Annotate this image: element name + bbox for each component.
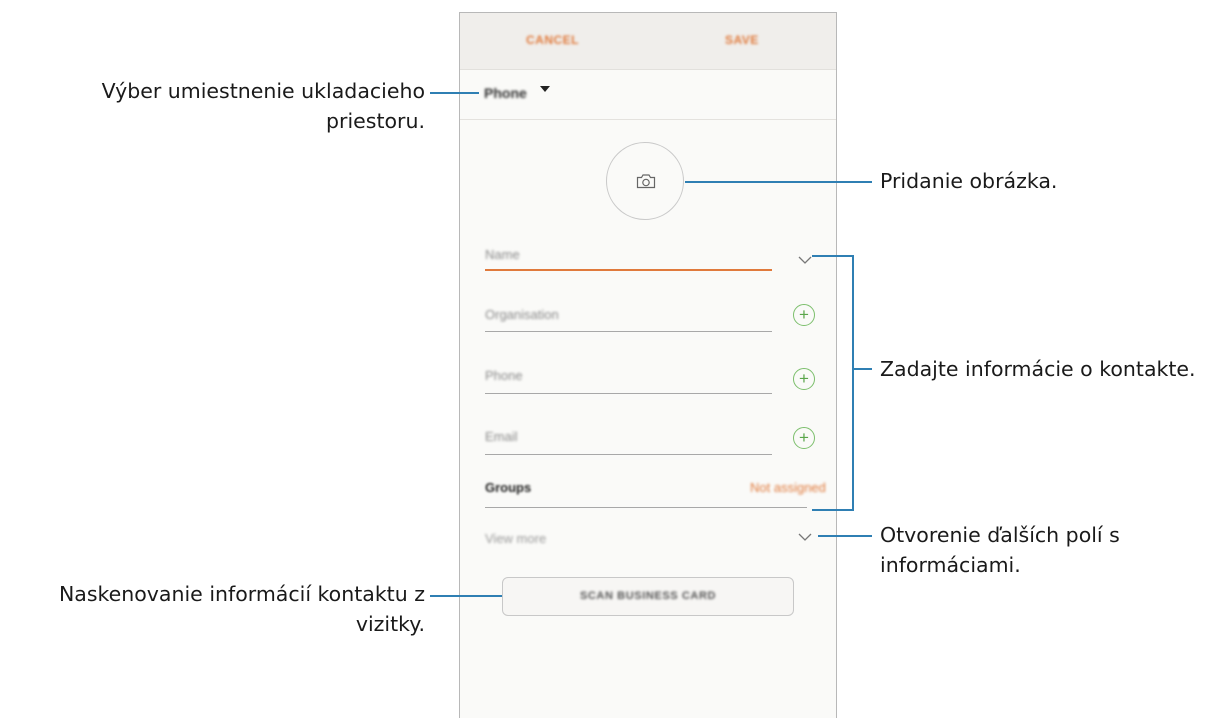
scan-button-label: SCAN BUSINESS CARD <box>579 590 717 602</box>
name-field[interactable]: Name <box>485 247 520 262</box>
callout-line-picture <box>685 181 872 183</box>
dropdown-arrow-icon[interactable] <box>540 86 550 92</box>
email-field[interactable]: Email <box>485 429 518 444</box>
callout-storage-line1: Výber umiestnenie ukladacieho <box>101 79 425 103</box>
plus-icon: + <box>799 369 809 388</box>
chevron-down-icon[interactable] <box>798 532 812 542</box>
phone-screen: CANCEL SAVE Phone Name Organisation + Ph… <box>459 12 837 718</box>
callout-line-more-fields <box>818 535 872 537</box>
callout-storage: Výber umiestnenie ukladacieho priestoru. <box>5 76 425 136</box>
callout-line-scan <box>430 595 502 597</box>
callout-more-fields-line2: informáciami. <box>880 553 1021 577</box>
cancel-button[interactable]: CANCEL <box>526 33 579 47</box>
phone-field[interactable]: Phone <box>485 368 523 383</box>
groups-value[interactable]: Not assigned <box>750 480 826 495</box>
callout-more-fields-line1: Otvorenie ďalších polí s <box>880 523 1120 547</box>
chevron-down-icon[interactable] <box>798 255 812 265</box>
camera-icon <box>636 174 656 189</box>
storage-location-selector[interactable]: Phone <box>484 85 527 101</box>
groups-underline <box>485 507 807 508</box>
callout-scan-line2: vizitky. <box>355 612 425 636</box>
add-picture-button[interactable] <box>606 142 684 220</box>
callout-bracket-top <box>812 255 853 257</box>
callout-contact-info: Zadajte informácie o kontakte. <box>880 357 1196 381</box>
add-organisation-button[interactable]: + <box>793 304 815 326</box>
callout-scan-line1: Naskenovanie informácií kontaktu z <box>58 582 425 606</box>
phone-field-underline <box>485 393 772 394</box>
callout-scan: Naskenovanie informácií kontaktu z vizit… <box>0 579 425 639</box>
email-field-underline <box>485 454 772 455</box>
plus-icon: + <box>799 305 809 324</box>
groups-label: Groups <box>485 480 532 495</box>
callout-bracket-vertical <box>852 255 854 511</box>
divider <box>460 119 836 120</box>
callout-storage-line2: priestoru. <box>326 109 425 133</box>
plus-icon: + <box>799 428 809 447</box>
callout-bracket-bottom <box>812 509 854 511</box>
callout-line-storage <box>430 92 479 94</box>
scan-business-card-button[interactable]: SCAN BUSINESS CARD <box>502 577 794 616</box>
add-email-button[interactable]: + <box>793 427 815 449</box>
view-more-button[interactable]: View more <box>485 531 546 546</box>
organisation-field-underline <box>485 331 772 332</box>
add-phone-button[interactable]: + <box>793 368 815 390</box>
top-action-bar: CANCEL SAVE <box>460 13 836 70</box>
save-button[interactable]: SAVE <box>725 33 759 47</box>
callout-more-fields: Otvorenie ďalších polí s informáciami. <box>880 520 1120 580</box>
callout-line-contact-info <box>852 368 872 370</box>
callout-picture: Pridanie obrázka. <box>880 169 1058 193</box>
organisation-field[interactable]: Organisation <box>485 307 559 322</box>
name-field-underline <box>485 269 772 271</box>
